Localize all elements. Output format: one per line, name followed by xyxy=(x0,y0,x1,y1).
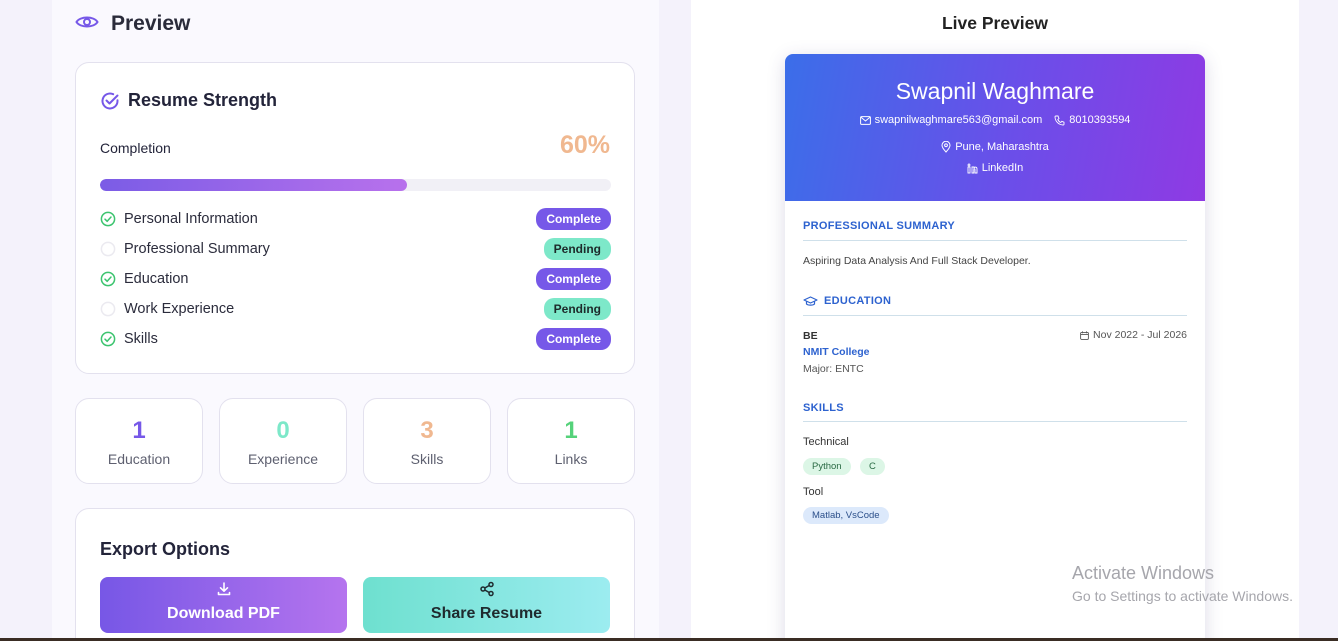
education-major: Major: ENTC xyxy=(803,363,864,375)
share-resume-button[interactable]: Share Resume xyxy=(363,577,610,633)
stat-card-experience: 0 Experience xyxy=(219,398,347,484)
resume-strength-header: Resume Strength xyxy=(100,90,277,111)
export-options-card: Export Options Download PDF Share Resume xyxy=(75,508,635,641)
skill-chip: C xyxy=(860,458,885,475)
stat-label: Experience xyxy=(247,451,319,467)
resume-preview: Swapnil Waghmare swapnilwaghmare563@gmai… xyxy=(785,54,1205,641)
stat-label: Links xyxy=(554,451,588,467)
status-badge: Complete xyxy=(536,208,611,230)
resume-email: swapnilwaghmare563@gmail.com xyxy=(859,114,1042,126)
completion-progress-bar xyxy=(100,179,611,191)
activate-windows-watermark: Activate Windows Go to Settings to activ… xyxy=(1072,563,1293,604)
checklist-item: Education Complete xyxy=(100,264,611,294)
stat-value: 0 xyxy=(276,417,290,444)
export-options-title: Export Options xyxy=(100,539,230,559)
checklist-item: Skills Complete xyxy=(100,324,611,354)
check-circle-icon xyxy=(100,211,116,227)
watermark-line1: Activate Windows xyxy=(1072,563,1215,583)
download-icon xyxy=(216,581,232,597)
stat-value: 1 xyxy=(564,417,578,444)
checklist-item-label: Skills xyxy=(124,331,158,347)
status-badge: Complete xyxy=(536,268,611,290)
checklist-item: Work Experience Pending xyxy=(100,294,611,324)
checklist-item: Personal Information Complete xyxy=(100,204,611,234)
live-preview-title: Live Preview xyxy=(941,13,1049,33)
stat-value: 3 xyxy=(420,417,434,444)
calendar-icon xyxy=(1080,330,1089,340)
checklist-item: Professional Summary Pending xyxy=(100,234,611,264)
share-resume-label: Share Resume xyxy=(430,605,543,622)
checklist-item-label: Professional Summary xyxy=(124,241,270,257)
checklist-item-label: Work Experience xyxy=(124,301,235,317)
divider xyxy=(803,315,1187,316)
resume-name: Swapnil Waghmare xyxy=(895,78,1095,104)
preview-title: Preview xyxy=(111,12,191,35)
divider xyxy=(803,421,1187,422)
checklist-item-label: Personal Information xyxy=(124,211,258,227)
check-circle-icon xyxy=(100,331,116,347)
stat-card-education: 1 Education xyxy=(75,398,203,484)
section-checklist: Personal Information Complete Professional… xyxy=(100,204,611,354)
summary-section-title: PROFESSIONAL SUMMARY xyxy=(803,220,956,232)
status-badge: Pending xyxy=(543,298,611,320)
download-pdf-label: Download PDF xyxy=(167,605,280,622)
education-section-title: EDUCATION xyxy=(803,295,891,307)
watermark-line2: Go to Settings to activate Windows. xyxy=(1072,588,1293,604)
resume-linkedin-link[interactable]: LinkedIn xyxy=(785,162,1205,174)
education-degree: BE xyxy=(803,330,818,342)
resume-location: Pune, Maharashtra xyxy=(785,141,1205,153)
divider xyxy=(803,240,1187,241)
resume-header: Swapnil Waghmare swapnilwaghmare563@gmai… xyxy=(785,54,1205,201)
graduation-cap-icon xyxy=(803,295,818,306)
linkedin-icon xyxy=(967,163,978,173)
completion-label: Completion xyxy=(100,140,171,156)
share-icon xyxy=(479,581,495,597)
mail-icon xyxy=(859,115,871,125)
stat-value: 1 xyxy=(132,417,146,444)
tool-skills-label: Tool xyxy=(803,486,824,498)
resume-strength-card: Resume Strength Completion 60% Personal … xyxy=(75,62,635,374)
check-circle-icon xyxy=(100,91,120,111)
status-badge: Pending xyxy=(543,238,611,260)
stat-label: Skills xyxy=(410,451,444,467)
completion-progress-fill xyxy=(100,179,407,191)
tool-chip: Matlab, VsCode xyxy=(803,507,889,524)
completion-value: 60% xyxy=(559,131,610,159)
resume-strength-title: Resume Strength xyxy=(128,90,278,110)
skill-chip: Python xyxy=(803,458,851,475)
stat-card-skills: 3 Skills xyxy=(363,398,491,484)
status-badge: Complete xyxy=(536,328,611,350)
map-pin-icon xyxy=(941,141,951,153)
check-circle-icon xyxy=(100,271,116,287)
resume-phone: 8010393594 xyxy=(1054,114,1130,126)
checklist-item-label: Education xyxy=(124,271,189,287)
empty-circle-icon xyxy=(100,301,116,317)
technical-skills-label: Technical xyxy=(803,436,849,448)
education-college: NMIT College xyxy=(803,346,870,358)
phone-icon xyxy=(1054,115,1065,125)
stat-label: Education xyxy=(107,451,171,467)
education-dates: Nov 2022 - Jul 2026 xyxy=(1080,329,1187,341)
download-pdf-button[interactable]: Download PDF xyxy=(100,577,347,633)
preview-header: Preview xyxy=(75,12,190,36)
eye-icon xyxy=(75,14,99,35)
resume-contact-row: swapnilwaghmare563@gmail.com 8010393594 xyxy=(785,114,1205,126)
stat-card-links: 1 Links xyxy=(507,398,635,484)
empty-circle-icon xyxy=(100,241,116,257)
skills-section-title: SKILLS xyxy=(803,402,844,414)
summary-text: Aspiring Data Analysis And Full Stack De… xyxy=(803,255,1031,267)
